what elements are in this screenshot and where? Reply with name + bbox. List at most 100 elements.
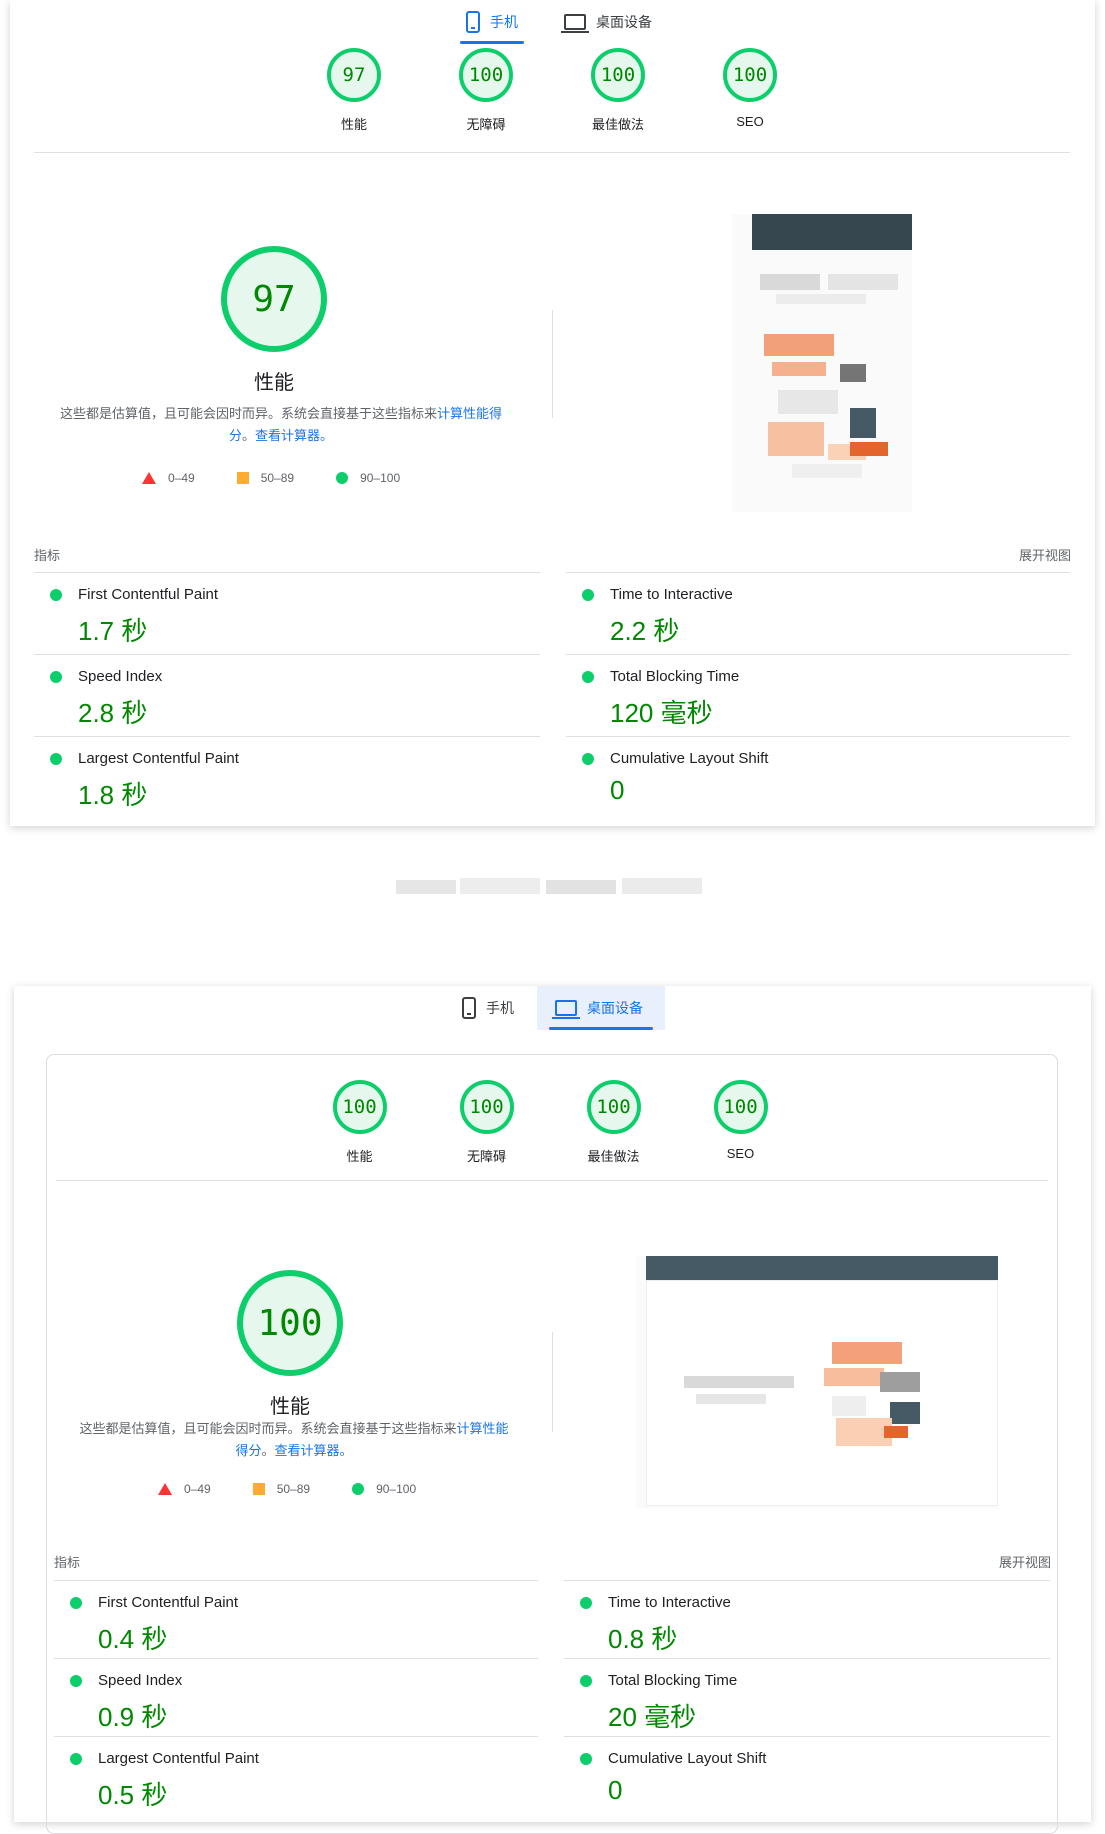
triangle-icon (158, 1483, 172, 1495)
gauge-accessibility[interactable]: 100 无障碍 (423, 1080, 550, 1165)
gauge-seo[interactable]: 100 SEO (684, 48, 816, 133)
page-screenshot-thumbnail (732, 214, 912, 512)
legend-fail-label: 0–49 (184, 1482, 211, 1496)
tab-mobile-label: 手机 (486, 1000, 514, 1016)
gauge-label: 性能 (340, 117, 367, 132)
gauge-label: 最佳做法 (587, 1149, 640, 1164)
metric-cls: Cumulative Layout Shift 0 (566, 736, 1070, 818)
blurred-caption (396, 874, 708, 900)
score-ring: 100 (332, 1080, 387, 1134)
square-icon (252, 1483, 265, 1495)
pass-indicator (70, 1597, 82, 1609)
metric-value: 1.8 秒 (78, 780, 148, 810)
category-gauges: 97 性能 100 无障碍 100 最佳做法 100 SEO (288, 48, 816, 133)
metric-value: 0 (608, 1775, 623, 1805)
gauge-label: 无障碍 (466, 1149, 506, 1164)
gauge-performance[interactable]: 97 性能 (288, 48, 420, 133)
metric-value: 1.7 秒 (78, 616, 148, 646)
metric-value: 0.9 秒 (98, 1702, 168, 1732)
pass-indicator (582, 671, 594, 683)
performance-title: 性能 (254, 372, 294, 394)
laptop-icon (561, 14, 589, 33)
vertical-divider (552, 310, 553, 418)
circle-icon (336, 472, 349, 484)
gauge-best-practices[interactable]: 100 最佳做法 (550, 1080, 677, 1165)
tab-desktop[interactable]: 桌面设备 (537, 986, 665, 1030)
score-legend: 0–49 50–89 90–100 (142, 471, 400, 485)
tab-mobile-label: 手机 (490, 14, 518, 30)
gauge-best-practices[interactable]: 100 最佳做法 (552, 48, 684, 133)
expand-view-toggle[interactable]: 展开视图 (999, 1552, 1051, 1571)
score-description: 这些都是估算值，且可能会因时而异。系统会直接基于这些指标来计算性能得分。查看计算… (74, 1418, 514, 1462)
legend-pass-label: 90–100 (376, 1482, 417, 1496)
metric-value: 20 毫秒 (608, 1702, 697, 1732)
expand-view-toggle[interactable]: 展开视图 (1019, 545, 1071, 564)
tab-desktop[interactable]: 桌面设备 (546, 0, 670, 44)
score-ring: 97 (327, 48, 381, 102)
legend-pass: 90–100 (336, 471, 400, 485)
score-ring: 100 (591, 48, 645, 102)
gauge-label: SEO (736, 114, 764, 129)
circle-icon (352, 1483, 365, 1495)
phone-icon (462, 997, 476, 1019)
gauge-label: 最佳做法 (591, 117, 644, 132)
metric-name: Time to Interactive (608, 1594, 731, 1611)
pass-indicator (582, 589, 594, 601)
pass-indicator (70, 1753, 82, 1765)
metric-name: First Contentful Paint (78, 586, 219, 603)
pass-indicator (580, 1675, 592, 1687)
metric-tbt: Total Blocking Time 120 毫秒 (566, 654, 1070, 736)
gauge-performance[interactable]: 100 性能 (296, 1080, 423, 1165)
tab-desktop-label: 桌面设备 (596, 14, 652, 30)
metrics-heading: 指标 (54, 1555, 81, 1570)
metric-value: 2.2 秒 (610, 616, 680, 646)
laptop-icon (552, 1000, 580, 1019)
pass-indicator (580, 1597, 592, 1609)
metric-name: Cumulative Layout Shift (610, 750, 769, 767)
legend-average: 50–89 (252, 1482, 311, 1496)
square-icon (236, 472, 249, 484)
metrics-heading: 指标 (34, 548, 61, 563)
gauge-accessibility[interactable]: 100 无障碍 (420, 48, 552, 133)
score-ring: 100 (723, 48, 777, 102)
tab-mobile[interactable]: 手机 (448, 0, 536, 44)
calculator-link[interactable]: 查看计算器。 (275, 1443, 353, 1458)
performance-score-ring: 100 (237, 1270, 343, 1376)
mobile-report-panel: 手机 桌面设备 97 性能 100 无障碍 100 最佳做法 100 SEO 9… (10, 0, 1095, 826)
score-ring: 100 (459, 48, 513, 102)
metric-si: Speed Index 0.9 秒 (54, 1658, 538, 1736)
pass-indicator (70, 1675, 82, 1687)
metric-lcp: Largest Contentful Paint 1.8 秒 (34, 736, 540, 818)
legend-fail-label: 0–49 (168, 471, 195, 485)
pass-indicator (50, 671, 62, 683)
performance-score-ring: 97 (221, 246, 327, 352)
metric-fcp: First Contentful Paint 0.4 秒 (54, 1580, 538, 1658)
tab-mobile[interactable]: 手机 (444, 986, 532, 1030)
score-ring: 100 (586, 1080, 641, 1134)
metric-lcp: Largest Contentful Paint 0.5 秒 (54, 1736, 538, 1814)
calculator-link[interactable]: 查看计算器。 (255, 428, 333, 443)
pass-indicator (580, 1753, 592, 1765)
metric-name: Time to Interactive (610, 586, 733, 603)
score-ring: 100 (459, 1080, 514, 1134)
vertical-divider (552, 1332, 553, 1432)
legend-average-label: 50–89 (276, 1482, 311, 1496)
metric-tbt: Total Blocking Time 20 毫秒 (564, 1658, 1050, 1736)
metric-name: Total Blocking Time (610, 668, 740, 685)
phone-icon (466, 11, 480, 33)
description-text: 这些都是估算值，且可能会因时而异。系统会直接基于这些指标来 (79, 1421, 457, 1436)
metric-fcp: First Contentful Paint 1.7 秒 (34, 572, 540, 654)
gauge-seo[interactable]: 100 SEO (677, 1080, 804, 1165)
performance-gauge: 97 性能 (174, 246, 374, 395)
legend-pass: 90–100 (352, 1482, 416, 1496)
device-tabs: 手机 桌面设备 (14, 986, 1091, 1030)
metric-name: Speed Index (78, 668, 163, 685)
metric-value: 0.4 秒 (98, 1624, 168, 1654)
description-sep: 。 (261, 1443, 275, 1458)
metric-name: Cumulative Layout Shift (608, 1750, 767, 1767)
metric-tti: Time to Interactive 0.8 秒 (564, 1580, 1050, 1658)
metric-name: Largest Contentful Paint (78, 750, 239, 767)
desktop-report-panel: 手机 桌面设备 100 性能 100 无障碍 100 最佳做法 100 SEO … (14, 986, 1091, 1834)
score-description: 这些都是估算值，且可能会因时而异。系统会直接基于这些指标来计算性能得分。查看计算… (56, 403, 506, 447)
score-ring: 100 (713, 1080, 768, 1134)
